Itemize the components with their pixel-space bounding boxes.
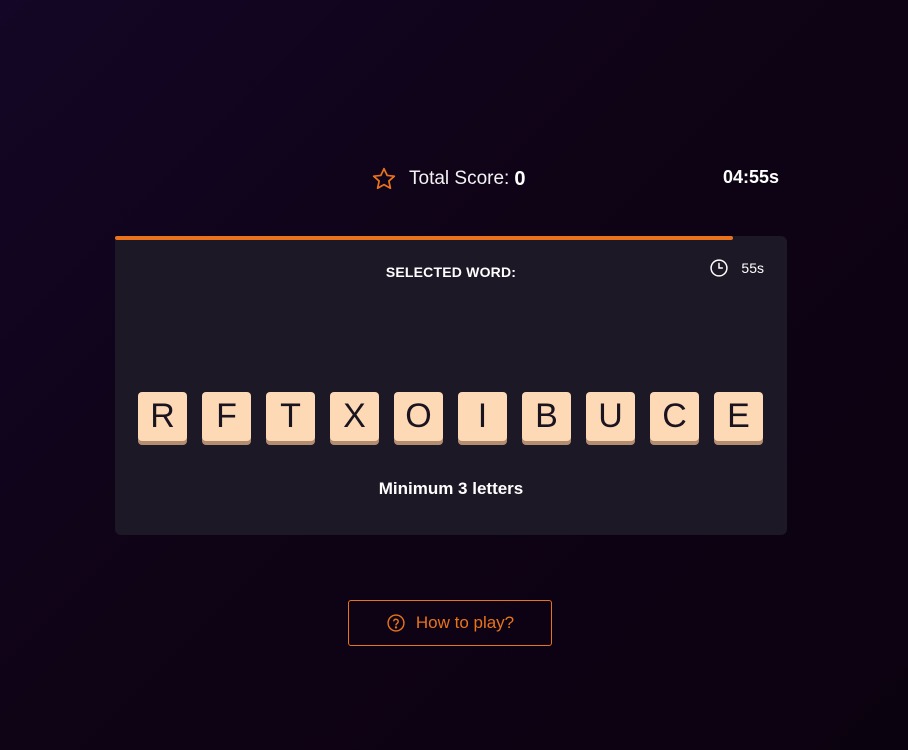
letter-tile[interactable]: U [586,392,635,441]
how-to-play-button[interactable]: How to play? [348,600,552,646]
how-to-play-label: How to play? [415,613,515,632]
round-progress-fill [115,236,734,240]
letter-tile[interactable]: E [714,392,763,441]
letter-tile[interactable]: O [394,392,443,441]
star-icon [371,166,397,192]
round-progress-bar [115,236,787,240]
score-value: 0 [514,167,526,190]
clock-icon [709,258,741,278]
letter-tile[interactable]: R [138,392,187,441]
letter-tile[interactable]: I [458,392,507,441]
letter-tile[interactable]: X [330,392,379,441]
selected-word-label: SELECTED WORD: [385,264,517,280]
round-timer: 55s [709,258,764,278]
game-card: SELECTED WORD: 55s RFTXOIBUCE Minimum 3 … [115,236,787,535]
help-circle-icon [386,613,416,633]
minimum-letters-hint: Minimum 3 letters [378,479,524,498]
letter-tile[interactable]: T [266,392,315,441]
letter-tile[interactable]: B [522,392,571,441]
letter-tiles: RFTXOIBUCE [138,392,763,441]
letter-tile[interactable]: F [202,392,251,441]
total-timer: 04:55s [723,167,780,187]
total-score: Total Score: 0 [371,165,525,193]
letter-tile[interactable]: C [650,392,699,441]
score-label: Total Score: [409,168,510,189]
round-timer-value: 55s [741,260,764,276]
